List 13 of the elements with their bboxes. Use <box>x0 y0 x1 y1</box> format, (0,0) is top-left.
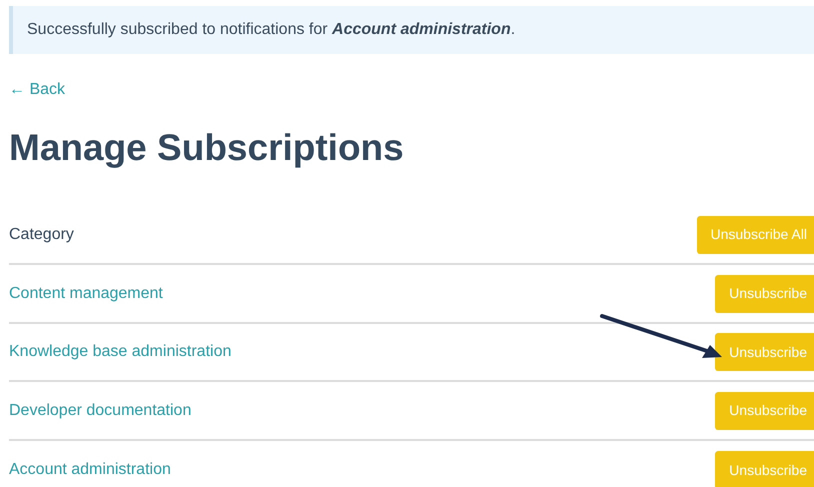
unsubscribe-button[interactable]: Unsubscribe <box>715 274 814 313</box>
category-link[interactable]: Knowledge base administration <box>9 340 232 364</box>
category-link[interactable]: Account administration <box>9 458 171 482</box>
unsubscribe-button[interactable]: Unsubscribe <box>715 333 814 372</box>
back-link[interactable]: ← Back <box>9 78 66 102</box>
unsubscribe-button[interactable]: Unsubscribe <box>715 451 814 487</box>
column-header: Category <box>9 224 74 245</box>
success-alert: Successfully subscribed to notifications for Account administration. <box>9 6 814 54</box>
category-link[interactable]: Developer documentation <box>9 398 192 423</box>
page-title: Manage Subscriptions <box>9 128 405 169</box>
unsubscribe-all-button[interactable]: Unsubscribe All <box>696 216 814 254</box>
unsubscribe-button[interactable]: Unsubscribe <box>715 392 814 430</box>
category-link[interactable]: Content management <box>9 282 163 306</box>
